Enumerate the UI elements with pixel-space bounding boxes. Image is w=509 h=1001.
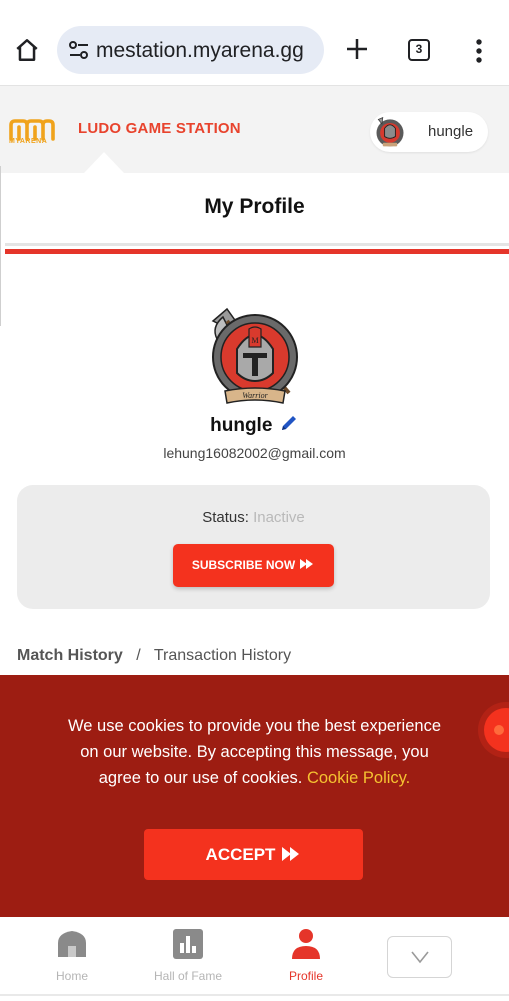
accept-label: ACCEPT	[205, 845, 276, 864]
nav-label-home: Home	[55, 969, 88, 983]
subscribe-now-button[interactable]: SUBSCRIBE NOW	[173, 544, 334, 587]
header-username: hungle	[428, 123, 474, 140]
browser-home-icon[interactable]	[14, 37, 40, 63]
subscription-card: Status: Inactive SUBSCRIBE NOW	[17, 485, 490, 609]
avatar-banner-text: Warrior	[242, 391, 268, 400]
cookie-message-block: We use cookies to provide you the best e…	[60, 713, 449, 791]
gesture-bar-divider	[0, 994, 509, 996]
address-bar[interactable]: mestation.myarena.gg	[57, 26, 324, 74]
profile-name: hungle	[210, 415, 273, 436]
site-header: MYARENA LUDO GAME STATION hungle	[0, 86, 509, 173]
address-url[interactable]: mestation.myarena.gg	[96, 39, 304, 63]
collapse-nav-button[interactable]	[387, 936, 452, 978]
system-status-bar	[0, 0, 509, 10]
nav-label-hall-of-fame: Hall of Fame	[153, 969, 223, 983]
history-tabs: Match History / Transaction History	[17, 647, 291, 665]
person-icon	[292, 929, 320, 959]
nav-item-profile[interactable]: Profile	[251, 927, 361, 983]
title-divider	[5, 243, 509, 246]
title-accent-bar	[5, 249, 509, 254]
chevron-down-icon	[411, 951, 429, 964]
tab-switcher-button[interactable]: 3	[408, 39, 430, 61]
svg-text:M: M	[251, 336, 258, 345]
site-settings-icon[interactable]	[68, 40, 90, 60]
profile-email: lehung16082002@gmail.com	[163, 445, 346, 461]
nav-item-home[interactable]: Home	[17, 927, 127, 983]
cookie-banner: We use cookies to provide you the best e…	[0, 675, 509, 917]
tab-match-history[interactable]: Match History	[17, 647, 123, 664]
browser-menu-icon[interactable]	[472, 38, 486, 64]
cookie-policy-link[interactable]: Cookie Policy.	[307, 769, 410, 787]
chart-icon	[173, 929, 203, 959]
site-title[interactable]: LUDO GAME STATION	[78, 120, 241, 137]
history-separator: /	[136, 647, 141, 664]
browser-toolbar: mestation.myarena.gg 3	[0, 10, 509, 86]
status-label: Status:	[202, 509, 249, 526]
accept-cookies-button[interactable]: ACCEPT	[144, 829, 363, 880]
logo-wordmark: MYARENA	[9, 138, 48, 145]
user-menu-button[interactable]: hungle	[370, 112, 488, 152]
page-title: My Profile	[204, 195, 305, 218]
user-avatar	[376, 117, 404, 147]
bottom-navigation: Home Hall of Fame Profile	[0, 917, 509, 1001]
nav-item-hall-of-fame[interactable]: Hall of Fame	[133, 927, 243, 983]
nav-label-profile: Profile	[288, 969, 323, 983]
edit-pencil-icon[interactable]	[279, 413, 299, 433]
new-tab-icon[interactable]	[345, 37, 369, 61]
subscribe-label: SUBSCRIBE NOW	[191, 558, 296, 572]
status-value: Inactive	[253, 509, 305, 526]
fast-forward-icon	[300, 559, 314, 569]
profile-avatar[interactable]: M Warrior	[205, 307, 305, 409]
card-edge	[0, 166, 3, 326]
profile-name-row: hungle	[0, 413, 509, 437]
home-icon	[58, 931, 86, 957]
tab-transaction-history[interactable]: Transaction History	[154, 647, 291, 664]
page: mestation.myarena.gg 3 MYARENA LUDO GAME…	[0, 0, 509, 1001]
status-line: Status: Inactive	[17, 509, 490, 526]
dropdown-caret	[84, 152, 124, 173]
fast-forward-icon	[282, 847, 300, 861]
